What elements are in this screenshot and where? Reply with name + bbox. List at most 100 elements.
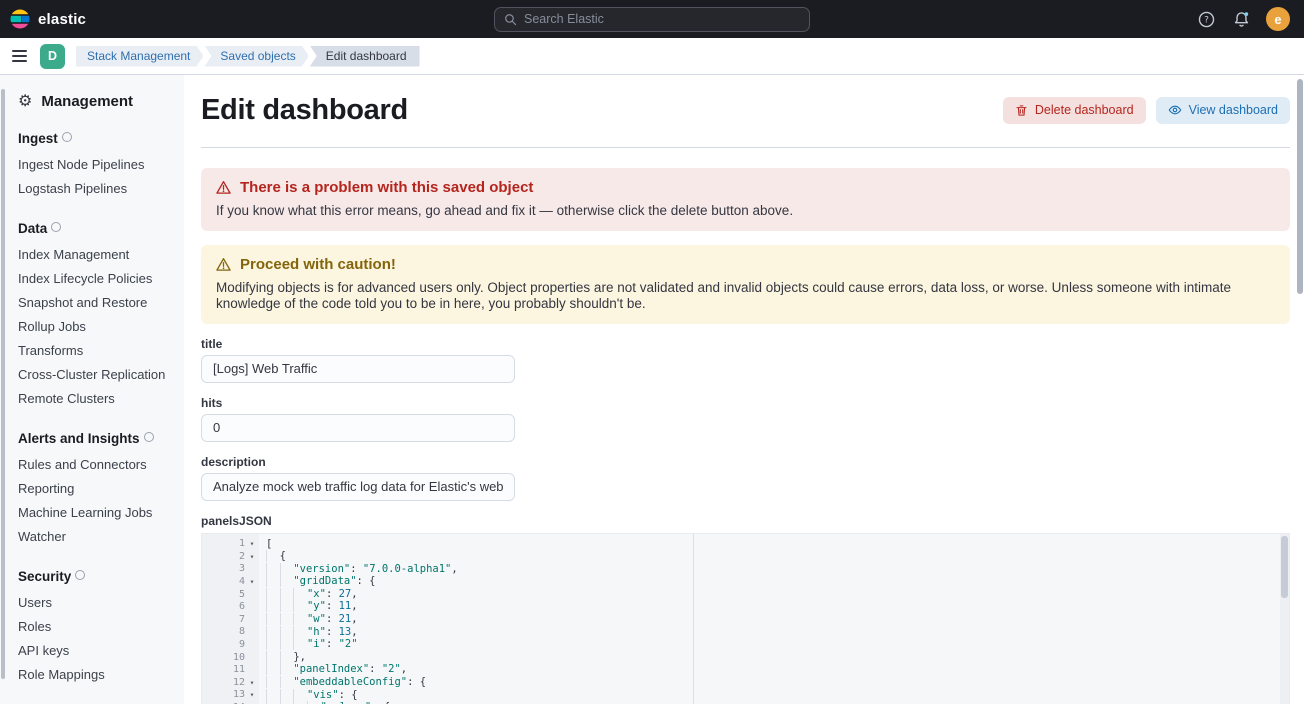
indent-guide	[293, 626, 307, 638]
gutter-line: 11	[202, 663, 259, 676]
code-token: ,	[351, 588, 357, 600]
sidebar-item[interactable]: Snapshot and Restore	[18, 290, 174, 314]
sidebar-item[interactable]: Ingest Node Pipelines	[18, 152, 174, 176]
editor-scrollbar[interactable]	[1280, 534, 1289, 704]
gutter-line: 4▾	[202, 575, 259, 588]
title-field-group: title	[201, 338, 1290, 383]
error-callout-title: There is a problem with this saved objec…	[240, 179, 533, 196]
sidebar-section-heading: Alerts and Insights	[18, 431, 174, 446]
sidebar-item[interactable]: Index Lifecycle Policies	[18, 266, 174, 290]
menu-icon[interactable]	[10, 47, 29, 65]
fold-arrow-icon[interactable]: ▾	[245, 577, 259, 586]
notifications-bell-icon[interactable]	[1231, 9, 1251, 29]
sidebar-item[interactable]: Rules and Connectors	[18, 452, 174, 476]
gutter-line: 10	[202, 651, 259, 664]
editor-code-area[interactable]: [ { "version": "7.0.0-alpha1", "gridData…	[259, 534, 1289, 704]
gear-icon: ⚙	[18, 94, 32, 110]
error-callout-header: There is a problem with this saved objec…	[216, 179, 1275, 196]
code-token: "i"	[307, 638, 326, 650]
delete-dashboard-button[interactable]: Delete dashboard	[1003, 97, 1146, 124]
fold-arrow-icon[interactable]: ▾	[245, 552, 259, 561]
sidebar-item[interactable]: Roles	[18, 614, 174, 638]
line-number: 3	[202, 563, 245, 574]
section-heading-label: Security	[18, 569, 71, 584]
title-field[interactable]	[201, 355, 515, 383]
view-dashboard-button[interactable]: View dashboard	[1156, 97, 1290, 124]
gutter-line: 3	[202, 563, 259, 576]
indent-guide	[266, 550, 280, 562]
sidebar-item[interactable]: Logstash Pipelines	[18, 176, 174, 200]
code-token: "colors"	[321, 701, 372, 703]
space-avatar[interactable]: D	[40, 44, 65, 69]
sidebar-item[interactable]: Cross-Cluster Replication	[18, 362, 174, 386]
management-sidebar: ⚙ Management IngestIngest Node Pipelines…	[0, 75, 184, 704]
page-scrollbar-thumb[interactable]	[1297, 79, 1303, 294]
global-search[interactable]	[494, 7, 810, 32]
breadcrumb-saved-objects[interactable]: Saved objects	[204, 46, 308, 67]
delete-dashboard-label: Delete dashboard	[1035, 103, 1134, 117]
sidebar-section-heading: Security	[18, 569, 174, 584]
line-number: 11	[202, 664, 245, 675]
panels-json-editor[interactable]: 1▾2▾34▾56789101112▾13▾14▾ [ { "version":…	[201, 533, 1290, 704]
info-icon	[144, 432, 154, 442]
sidebar-item[interactable]: Reporting	[18, 476, 174, 500]
code-line: "embeddableConfig": {	[266, 676, 1289, 689]
home-link[interactable]: elastic	[10, 9, 86, 29]
sidebar-item[interactable]: Role Mappings	[18, 662, 174, 686]
sidebar-item[interactable]: Remote Clusters	[18, 386, 174, 410]
line-number: 9	[202, 639, 245, 650]
sidebar-item[interactable]: Users	[18, 590, 174, 614]
code-token: "2"	[382, 663, 401, 675]
help-icon[interactable]: ?	[1196, 9, 1216, 29]
hits-field-group: hits	[201, 397, 1290, 442]
code-token: ,	[401, 663, 407, 675]
code-line: [	[266, 538, 1289, 551]
sidebar-item[interactable]: Machine Learning Jobs	[18, 500, 174, 524]
indent-guide	[266, 626, 280, 638]
description-field[interactable]	[201, 473, 515, 501]
code-line: "panelIndex": "2",	[266, 663, 1289, 676]
indent-guide	[266, 563, 280, 575]
code-token: :	[326, 613, 339, 625]
sidebar-item[interactable]: Index Management	[18, 242, 174, 266]
code-line: "w": 21,	[266, 613, 1289, 626]
user-avatar[interactable]: e	[1266, 7, 1290, 31]
sidebar-scrollbar-thumb[interactable]	[1, 89, 5, 679]
code-token: :	[350, 563, 363, 575]
line-number: 5	[202, 589, 245, 600]
top-header: elastic ? e	[0, 0, 1304, 38]
sidebar-item[interactable]: Rollup Jobs	[18, 314, 174, 338]
fold-arrow-icon[interactable]: ▾	[245, 539, 259, 548]
error-callout: There is a problem with this saved objec…	[201, 168, 1290, 231]
indent-guide	[280, 651, 294, 663]
indent-guide	[280, 575, 294, 587]
description-field-group: description	[201, 456, 1290, 501]
breadcrumb-stack-management[interactable]: Stack Management	[76, 46, 203, 67]
gutter-line: 13▾	[202, 689, 259, 702]
code-token: : {	[407, 676, 426, 688]
sidebar-item[interactable]: Transforms	[18, 338, 174, 362]
section-heading-label: Data	[18, 221, 47, 236]
indent-guide	[280, 588, 294, 600]
error-callout-body: If you know what this error means, go ah…	[216, 203, 1275, 220]
hits-field[interactable]	[201, 414, 515, 442]
gutter-line: 9	[202, 638, 259, 651]
code-line: "y": 11,	[266, 600, 1289, 613]
sidebar-title: Management	[41, 93, 133, 110]
search-input[interactable]	[524, 12, 800, 26]
gutter-line: 8	[202, 626, 259, 639]
sidebar-item[interactable]: Watcher	[18, 524, 174, 548]
indent-guide	[280, 689, 294, 701]
indent-guide	[266, 676, 280, 688]
code-token: "h"	[307, 626, 326, 638]
page-actions: Delete dashboard View dashboard	[1003, 97, 1290, 124]
sidebar-item[interactable]: API keys	[18, 638, 174, 662]
code-token: :	[326, 626, 339, 638]
editor-scrollbar-thumb[interactable]	[1281, 536, 1288, 598]
code-line: "colors": {	[266, 701, 1289, 703]
fold-arrow-icon[interactable]: ▾	[245, 690, 259, 699]
fold-arrow-icon[interactable]: ▾	[245, 678, 259, 687]
code-token: "x"	[307, 588, 326, 600]
indent-guide	[266, 701, 280, 703]
header-actions: ? e	[1196, 7, 1294, 31]
